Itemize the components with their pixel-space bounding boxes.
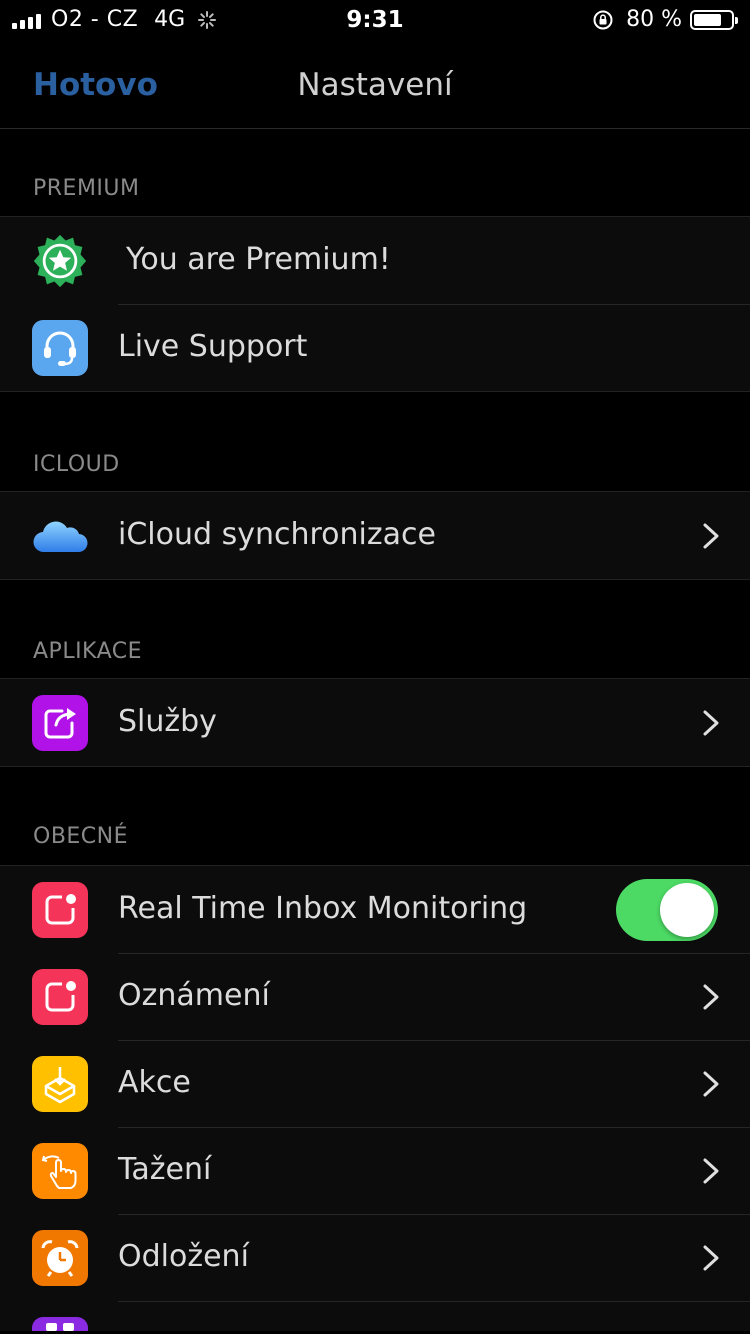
chevron-right-icon: [703, 1245, 719, 1271]
snooze-label: Odložení: [118, 1239, 249, 1274]
realtime-monitoring-label: Real Time Inbox Monitoring: [118, 891, 528, 926]
chevron-right-icon: [703, 1071, 719, 1097]
chevron-right-icon: [703, 1158, 719, 1184]
notifications-label: Oznámení: [118, 978, 270, 1013]
section-header-aplikace: APLIKACE: [33, 639, 143, 664]
alarm-clock-icon: [32, 1230, 88, 1286]
swipes-label: Tažení: [118, 1152, 212, 1187]
actions-row[interactable]: Akce: [0, 1040, 750, 1127]
snooze-row[interactable]: Odložení: [0, 1214, 750, 1301]
grid-icon: [32, 1317, 88, 1331]
battery-icon: [690, 9, 738, 30]
section-header-obecne: OBECNÉ: [33, 824, 129, 849]
share-icon: [32, 695, 88, 751]
chevron-right-icon: [703, 984, 719, 1010]
premium-status-label: You are Premium!: [126, 242, 391, 277]
obecne-group: Real Time Inbox Monitoring Oznámení Akce: [0, 865, 750, 1331]
box-download-icon: [32, 1056, 88, 1112]
star-badge-icon: [32, 233, 88, 289]
page-title: Nastavení: [297, 67, 453, 103]
live-support-row[interactable]: Live Support: [0, 304, 750, 391]
icloud-sync-label: iCloud synchronizace: [118, 517, 436, 552]
premium-status-row[interactable]: You are Premium!: [0, 217, 750, 304]
realtime-monitoring-row: Real Time Inbox Monitoring: [0, 866, 750, 953]
swipes-row[interactable]: Tažení: [0, 1127, 750, 1214]
rotation-lock-icon: [593, 10, 613, 29]
status-bar: O2 - CZ 4G 9:31 80 %: [0, 0, 750, 40]
realtime-monitoring-toggle[interactable]: [616, 879, 718, 941]
icloud-sync-row[interactable]: iCloud synchronizace: [0, 492, 750, 579]
battery-percentage: 80 %: [626, 7, 682, 32]
notifications-row[interactable]: Oznámení: [0, 953, 750, 1040]
premium-group: You are Premium! Live Support: [0, 216, 750, 392]
section-header-icloud: ICLOUD: [33, 452, 120, 477]
services-label: Služby: [118, 704, 217, 739]
notification-badge-icon: [32, 882, 88, 938]
headset-icon: [32, 320, 88, 376]
live-support-label: Live Support: [118, 329, 308, 364]
aplikace-group: Služby: [0, 678, 750, 767]
chevron-right-icon: [703, 710, 719, 736]
icloud-group: iCloud synchronizace: [0, 491, 750, 580]
swipe-hand-icon: [32, 1143, 88, 1199]
notification-badge-icon: [32, 969, 88, 1025]
cloud-icon: [32, 508, 88, 564]
toggle-knob: [660, 883, 714, 937]
partial-row: [0, 1301, 750, 1331]
services-row[interactable]: Služby: [0, 679, 750, 766]
section-header-premium: PREMIUM: [33, 176, 140, 201]
chevron-right-icon: [703, 523, 719, 549]
navigation-bar: Hotovo Nastavení: [0, 40, 750, 129]
actions-label: Akce: [118, 1065, 191, 1100]
